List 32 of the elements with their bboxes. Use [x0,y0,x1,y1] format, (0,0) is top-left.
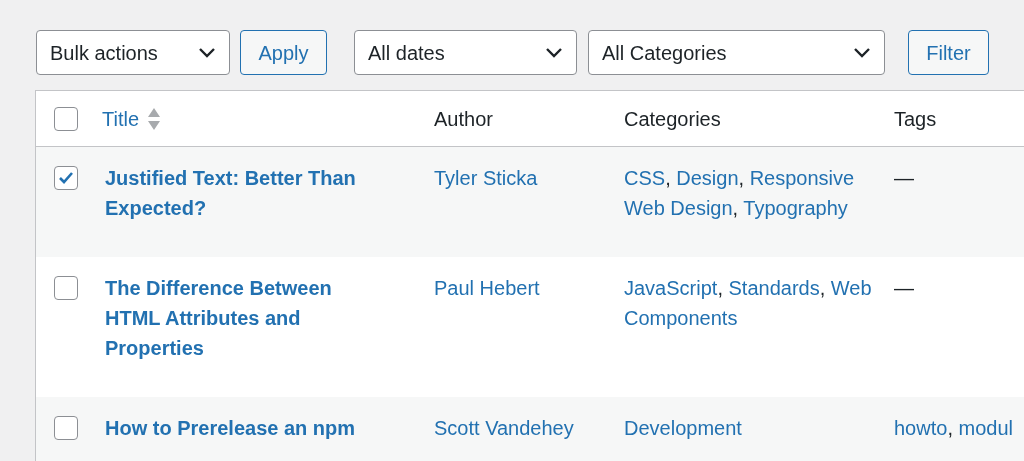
tag-links[interactable]: howto, modul [894,413,1013,443]
post-title-link[interactable]: How to Prerelease an npm [105,413,374,443]
no-tags-dash: — [894,277,914,299]
categories-column-header: Categories [624,107,721,130]
post-title-link[interactable]: The Difference Between HTML Attributes and Properties [105,273,374,363]
select-value: All Categories [602,40,727,66]
tags-column-header: Tags [894,107,937,130]
author-column-header: Author [434,107,493,130]
author-link[interactable]: Scott Vandehey [434,417,574,439]
categories-select[interactable]: All Categories [588,30,885,75]
sort-icon[interactable] [147,106,162,131]
chevron-down-icon [545,46,563,59]
chevron-down-icon [198,46,216,59]
checkbox[interactable] [54,166,78,190]
select-value: All dates [368,40,445,66]
filter-button[interactable]: Filter [908,30,989,75]
bulk-actions-select[interactable]: Bulk actions [36,30,230,75]
category-links[interactable]: CSS, Design, Responsive Web Design, Typography [624,163,882,223]
no-tags-dash: — [894,167,914,189]
checkbox[interactable] [54,416,78,440]
apply-button[interactable]: Apply [240,30,327,75]
post-title-link[interactable]: Justified Text: Better Than Expected? [105,163,374,223]
author-link[interactable]: Tyler Sticka [434,167,538,189]
title-column-header[interactable]: Title [102,103,140,134]
author-link[interactable]: Paul Hebert [434,277,540,299]
chevron-down-icon [853,46,871,59]
select-value: Bulk actions [50,40,158,66]
checkbox[interactable] [54,106,78,131]
category-links[interactable]: JavaScript, Standards, Web Components [624,273,882,333]
dates-select[interactable]: All dates [354,30,577,75]
checkbox[interactable] [54,276,78,300]
category-links[interactable]: Development [624,413,882,443]
